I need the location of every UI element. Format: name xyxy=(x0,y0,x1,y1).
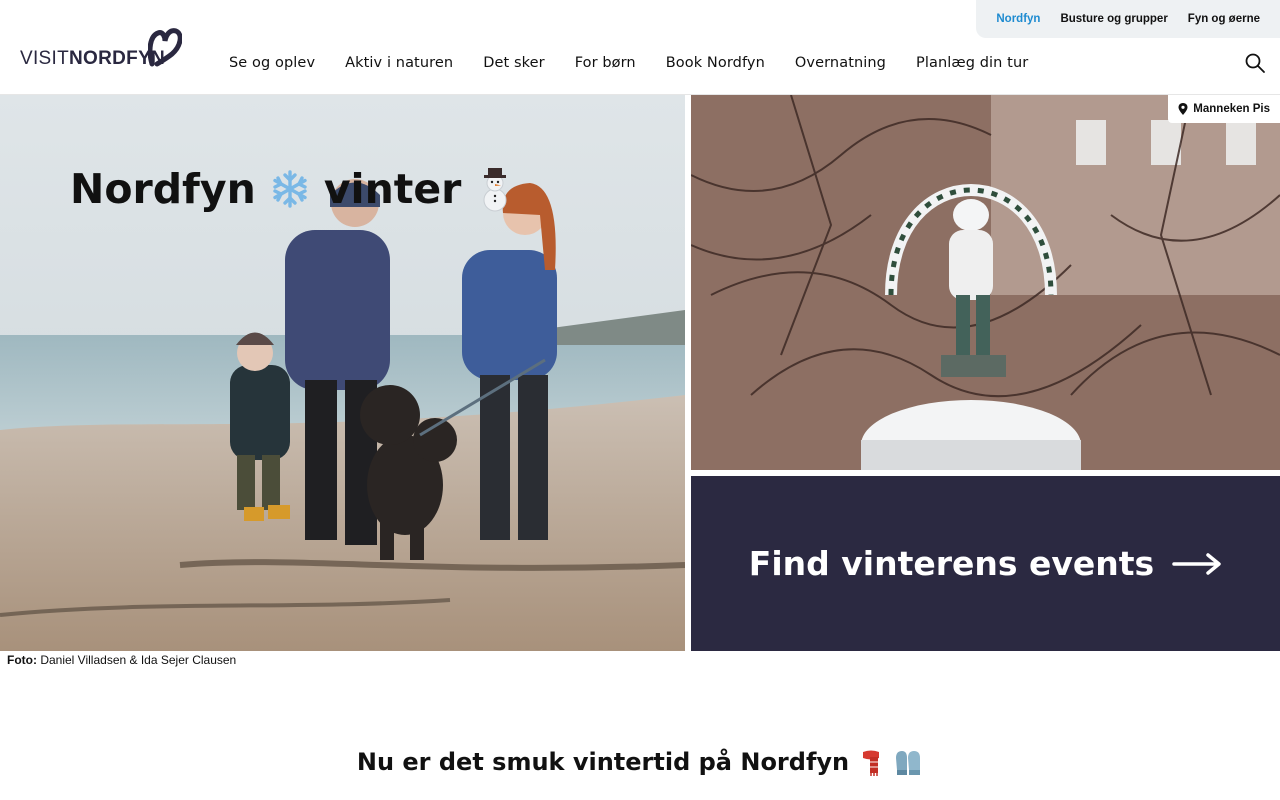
gloves-icon xyxy=(896,751,921,775)
scarf-icon xyxy=(863,750,880,776)
find-events-label: Find vinterens events xyxy=(748,544,1155,583)
topbar-link-nordfyn[interactable]: Nordfyn xyxy=(996,13,1040,25)
nav-item-book-nordfyn[interactable]: Book Nordfyn xyxy=(666,55,765,71)
nav-item-overnatning[interactable]: Overnatning xyxy=(795,55,886,71)
hero-secondary-image[interactable]: Manneken Pis xyxy=(691,95,1280,470)
search-icon[interactable] xyxy=(1244,52,1266,74)
snowman-icon xyxy=(483,168,507,212)
hero-title-word-vinter: vinter xyxy=(323,165,462,213)
site-logo[interactable]: VISITNORDFYN xyxy=(20,28,182,70)
nav-item-planlaeg-din-tur[interactable]: Planlæg din tur xyxy=(916,55,1028,71)
hero-title: Nordfyn vinter xyxy=(70,165,515,213)
photo-credit-names: Daniel Villadsen & Ida Sejer Clausen xyxy=(40,653,237,667)
main-nav: Se og oplev Aktiv i naturen Det sker For… xyxy=(229,55,1028,71)
logo-text: VISITNORDFYN xyxy=(20,49,165,70)
photo-credit: Foto: Daniel Villadsen & Ida Sejer Claus… xyxy=(7,653,236,667)
topbar-link-fyn-og-oerne[interactable]: Fyn og øerne xyxy=(1188,13,1260,25)
nav-item-for-boern[interactable]: For børn xyxy=(575,55,636,71)
nav-item-aktiv-i-naturen[interactable]: Aktiv i naturen xyxy=(345,55,453,71)
hero-main-image[interactable]: Nordfyn vinter xyxy=(0,95,685,651)
hero-title-word-nordfyn: Nordfyn xyxy=(70,165,256,213)
location-label: Manneken Pis xyxy=(1193,103,1270,115)
heart-logo-icon xyxy=(148,28,182,67)
site-header: VISITNORDFYN Nordfyn Busture og grupper … xyxy=(0,0,1280,95)
find-events-cta[interactable]: Find vinterens events xyxy=(691,476,1280,651)
section-title-text: Nu er det smuk vintertid på Nordfyn xyxy=(356,748,850,776)
arrow-right-icon xyxy=(1172,552,1221,575)
nav-item-se-og-oplev[interactable]: Se og oplev xyxy=(229,55,315,71)
top-utility-nav: Nordfyn Busture og grupper Fyn og øerne xyxy=(976,0,1280,38)
location-badge: Manneken Pis xyxy=(1168,95,1280,123)
photo-credit-prefix: Foto: xyxy=(7,653,37,667)
logo-text-visit: VISIT xyxy=(20,48,70,69)
map-pin-icon xyxy=(1178,103,1188,115)
section-title: Nu er det smuk vintertid på Nordfyn xyxy=(0,748,1280,776)
topbar-link-busture[interactable]: Busture og grupper xyxy=(1060,13,1167,25)
manneken-pis-photo xyxy=(691,95,1280,470)
nav-item-det-sker[interactable]: Det sker xyxy=(483,55,545,71)
snowflake-icon xyxy=(273,170,307,208)
